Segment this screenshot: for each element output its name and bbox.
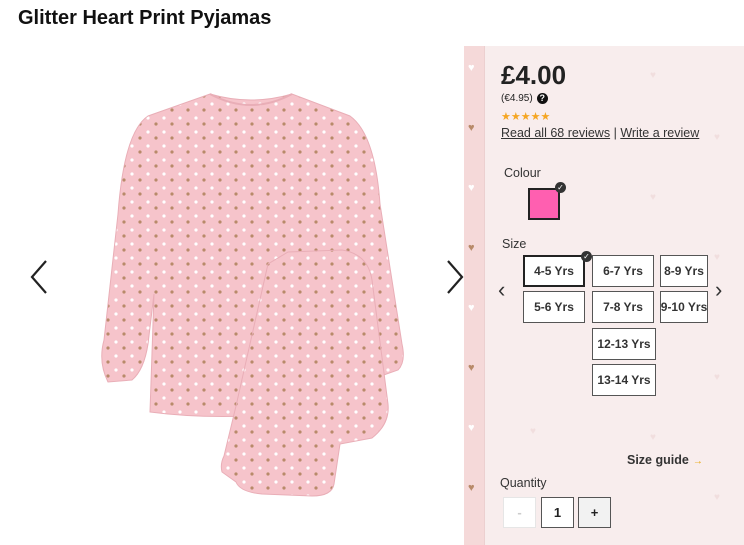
reviews-separator: | [613, 126, 617, 140]
background-heart-icon: ♥ [714, 492, 720, 503]
star-rating: ★★★★★ [501, 111, 551, 123]
heart-icon: ♥ [468, 122, 475, 134]
product-details-panel: ♥ ♥ ♥ ♥ ♥ ♥ ♥ ♥ ♥ ♥ ♥ ♥ ♥ ♥ ♥ ♥ £4.00 (€… [464, 46, 744, 545]
background-heart-icon: ♥ [714, 372, 720, 383]
gallery-prev-button[interactable] [24, 255, 54, 299]
size-guide-label: Size guide [627, 453, 689, 467]
arrow-right-icon: → [692, 456, 703, 467]
colour-swatch-pink[interactable] [528, 188, 560, 220]
reviews-links: Read all 68 reviews | Write a review [501, 126, 699, 140]
quantity-increase-button[interactable]: + [578, 497, 611, 528]
quantity-decrease-button[interactable]: - [503, 497, 536, 528]
product-image [101, 93, 404, 497]
quantity-label: Quantity [500, 476, 547, 490]
background-heart-icon: ♥ [650, 432, 656, 443]
heart-icon: ♥ [468, 422, 475, 434]
background-heart-icon: ♥ [714, 132, 720, 143]
chevron-right-icon [447, 260, 464, 294]
colour-label: Colour [504, 166, 541, 180]
size-option[interactable]: 12-13 Yrs [592, 328, 656, 360]
quantity-input[interactable]: 1 [541, 497, 574, 528]
price: £4.00 [501, 60, 567, 90]
background-heart-icon: ♥ [650, 192, 656, 203]
heart-icon: ♥ [468, 302, 475, 314]
product-title: Glitter Heart Print Pyjamas [18, 7, 272, 29]
size-option[interactable]: 8-9 Yrs [660, 255, 708, 287]
size-option[interactable]: 4-5 Yrs [523, 255, 585, 287]
heart-icon: ♥ [468, 362, 475, 374]
check-icon: ✓ [581, 251, 592, 262]
heart-icon: ♥ [468, 482, 475, 494]
check-icon: ✓ [555, 182, 566, 193]
background-heart-icon: ♥ [530, 426, 536, 437]
size-next-icon[interactable]: › [715, 277, 722, 303]
size-label: Size [502, 237, 527, 251]
euro-price-text: (€4.95) [501, 93, 533, 104]
size-guide-link[interactable]: Size guide → [627, 453, 703, 467]
write-review-link[interactable]: Write a review [620, 126, 699, 140]
size-option[interactable]: 5-6 Yrs [523, 291, 585, 323]
background-heart-icon: ♥ [714, 252, 720, 263]
read-all-reviews-link[interactable]: Read all 68 reviews [501, 126, 610, 140]
decorative-stripe: ♥ ♥ ♥ ♥ ♥ ♥ ♥ ♥ [464, 46, 485, 545]
size-option[interactable]: 13-14 Yrs [592, 364, 656, 396]
size-prev-icon[interactable]: ‹ [498, 277, 505, 303]
size-option[interactable]: 6-7 Yrs [592, 255, 654, 287]
heart-icon: ♥ [468, 182, 475, 194]
heart-icon: ♥ [468, 242, 475, 254]
question-mark-icon[interactable]: ? [536, 93, 548, 104]
chevron-left-icon [30, 260, 47, 294]
euro-price: (€4.95) ? [501, 93, 548, 104]
size-option[interactable]: 9-10 Yrs [660, 291, 708, 323]
heart-icon: ♥ [468, 62, 475, 74]
product-image-gallery [0, 44, 464, 545]
size-option[interactable]: 7-8 Yrs [592, 291, 654, 323]
background-heart-icon: ♥ [650, 70, 656, 81]
